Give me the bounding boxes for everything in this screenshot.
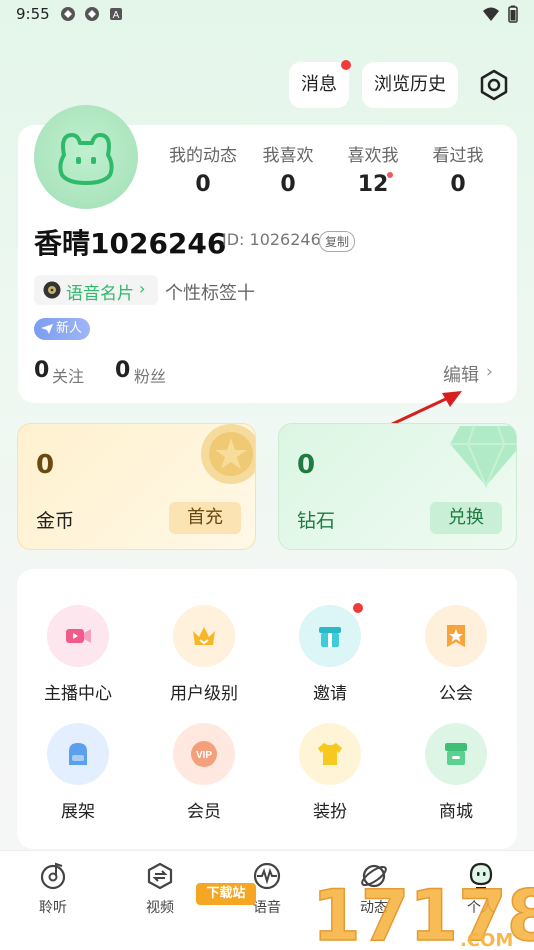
browse-history-button[interactable]: 浏览历史 [362, 62, 458, 108]
store-icon [425, 723, 487, 785]
stat-value: 0 [280, 172, 296, 197]
fans-label[interactable]: 粉丝 [134, 363, 166, 387]
grid-item-label: 展架 [61, 802, 95, 822]
app-icon [61, 7, 75, 21]
grid-item-label: 装扮 [313, 802, 347, 822]
grid-item-user-level[interactable]: 用户级别 [149, 605, 259, 704]
waveform-icon [253, 862, 281, 890]
stat-value: 12 [357, 172, 389, 197]
chevron-right-icon: › [486, 362, 493, 382]
notification-dot [341, 60, 351, 70]
nav-tab-listen[interactable]: 聆听 [13, 861, 93, 917]
voice-card-label: 语音名片 [66, 284, 134, 304]
grid-item-label: 公会 [439, 684, 473, 704]
grid-item-store[interactable]: 商城 [401, 723, 511, 822]
coin-icon [201, 424, 255, 484]
stat-likes-me[interactable]: 喜欢我 12 [328, 141, 418, 197]
exchange-button[interactable]: 兑换 [430, 502, 502, 534]
svg-text:A: A [113, 10, 120, 21]
diamonds-card[interactable]: 0 钻石 兑换 [278, 423, 517, 550]
stat-viewed-me[interactable]: 看过我 0 [413, 141, 503, 197]
grid-item-dress-up[interactable]: 装扮 [275, 723, 385, 822]
messages-button[interactable]: 消息 [289, 60, 351, 108]
wifi-icon [483, 7, 499, 21]
features-grid: 主播中心 用户级别 邀请 公会 展架 VIP 会员 装扮 商城 [17, 569, 517, 849]
grid-item-label: 邀请 [313, 684, 347, 704]
star-badge-icon [425, 605, 487, 667]
voice-card-button[interactable]: 语音名片 › [34, 275, 158, 305]
status-system-icons [482, 5, 518, 23]
nav-tab-video[interactable]: 视频 [120, 861, 200, 917]
grid-item-label: 商城 [439, 802, 473, 822]
new-user-badge: 新人 [34, 318, 90, 340]
settings-hexagon-icon[interactable] [476, 67, 512, 103]
stat-value: 0 [195, 172, 211, 197]
diamonds-value: 0 [297, 450, 316, 480]
add-personal-tag-button[interactable]: 个性标签十 [165, 279, 255, 305]
status-notification-icons: A [60, 6, 124, 22]
grid-item-guild[interactable]: 公会 [401, 605, 511, 704]
history-label: 浏览历史 [374, 74, 446, 95]
coins-value: 0 [36, 450, 55, 480]
copy-id-button[interactable]: 复制 [319, 231, 356, 252]
fans-count[interactable]: 0 [115, 358, 130, 383]
nav-label: 聆听 [39, 900, 67, 916]
username: 香晴1026246 [34, 227, 227, 260]
stat-label: 喜欢我 [347, 146, 399, 166]
grid-item-invite[interactable]: 邀请 [275, 602, 385, 704]
stat-my-posts[interactable]: 我的动态 0 [158, 141, 248, 197]
status-time: 9:55 [16, 5, 50, 23]
battery-icon [508, 5, 518, 23]
diamonds-label: 钻石 [297, 510, 336, 532]
backpack-icon [47, 723, 109, 785]
stat-i-like[interactable]: 我喜欢 0 [243, 141, 333, 197]
site-watermark-logo: 17178 .COM [311, 874, 534, 950]
user-id: ID: 1026246 [222, 230, 321, 249]
mascot-icon [58, 133, 114, 185]
grid-item-label: 用户级别 [170, 684, 238, 704]
stat-label: 看过我 [432, 146, 484, 166]
grid-item-anchor-center[interactable]: 主播中心 [23, 605, 133, 704]
edit-profile-button[interactable]: 编辑 [443, 361, 479, 387]
crown-icon [173, 605, 235, 667]
grid-item-membership[interactable]: VIP 会员 [149, 723, 259, 822]
app-icon [85, 7, 99, 21]
chevron-right-icon: › [139, 279, 146, 298]
notification-dot [387, 172, 393, 178]
stat-label: 我的动态 [169, 146, 237, 166]
status-bar: 9:55 A [0, 0, 534, 30]
video-swap-icon [147, 862, 173, 890]
messages-label: 消息 [301, 74, 337, 95]
badge-label: 新人 [56, 321, 83, 336]
grid-item-label: 主播中心 [44, 684, 112, 704]
watermark-domain: .COM [460, 930, 513, 950]
shirt-icon [299, 723, 361, 785]
coins-label: 金币 [36, 510, 75, 532]
grid-item-label: 会员 [187, 802, 221, 822]
stat-value: 0 [450, 172, 466, 197]
svg-text:VIP: VIP [196, 750, 212, 761]
first-recharge-button[interactable]: 首充 [169, 502, 241, 534]
nav-label: 视频 [146, 900, 174, 916]
vip-icon: VIP [173, 723, 235, 785]
avatar[interactable] [34, 105, 138, 209]
gift-icon [299, 602, 364, 667]
stat-label: 我喜欢 [262, 146, 314, 166]
a-letter-icon: A [110, 8, 122, 21]
diamond-icon [450, 425, 516, 489]
following-label[interactable]: 关注 [52, 363, 84, 387]
watermark-badge: 下载站 [196, 883, 256, 905]
video-camera-icon [47, 605, 109, 667]
following-count[interactable]: 0 [34, 358, 49, 383]
vinyl-disc-icon [43, 281, 61, 299]
music-note-icon [40, 862, 66, 890]
grid-item-showcase[interactable]: 展架 [23, 723, 133, 822]
notification-dot [352, 602, 364, 614]
coins-card[interactable]: 0 金币 首充 [17, 423, 256, 550]
paper-plane-icon [41, 324, 53, 334]
